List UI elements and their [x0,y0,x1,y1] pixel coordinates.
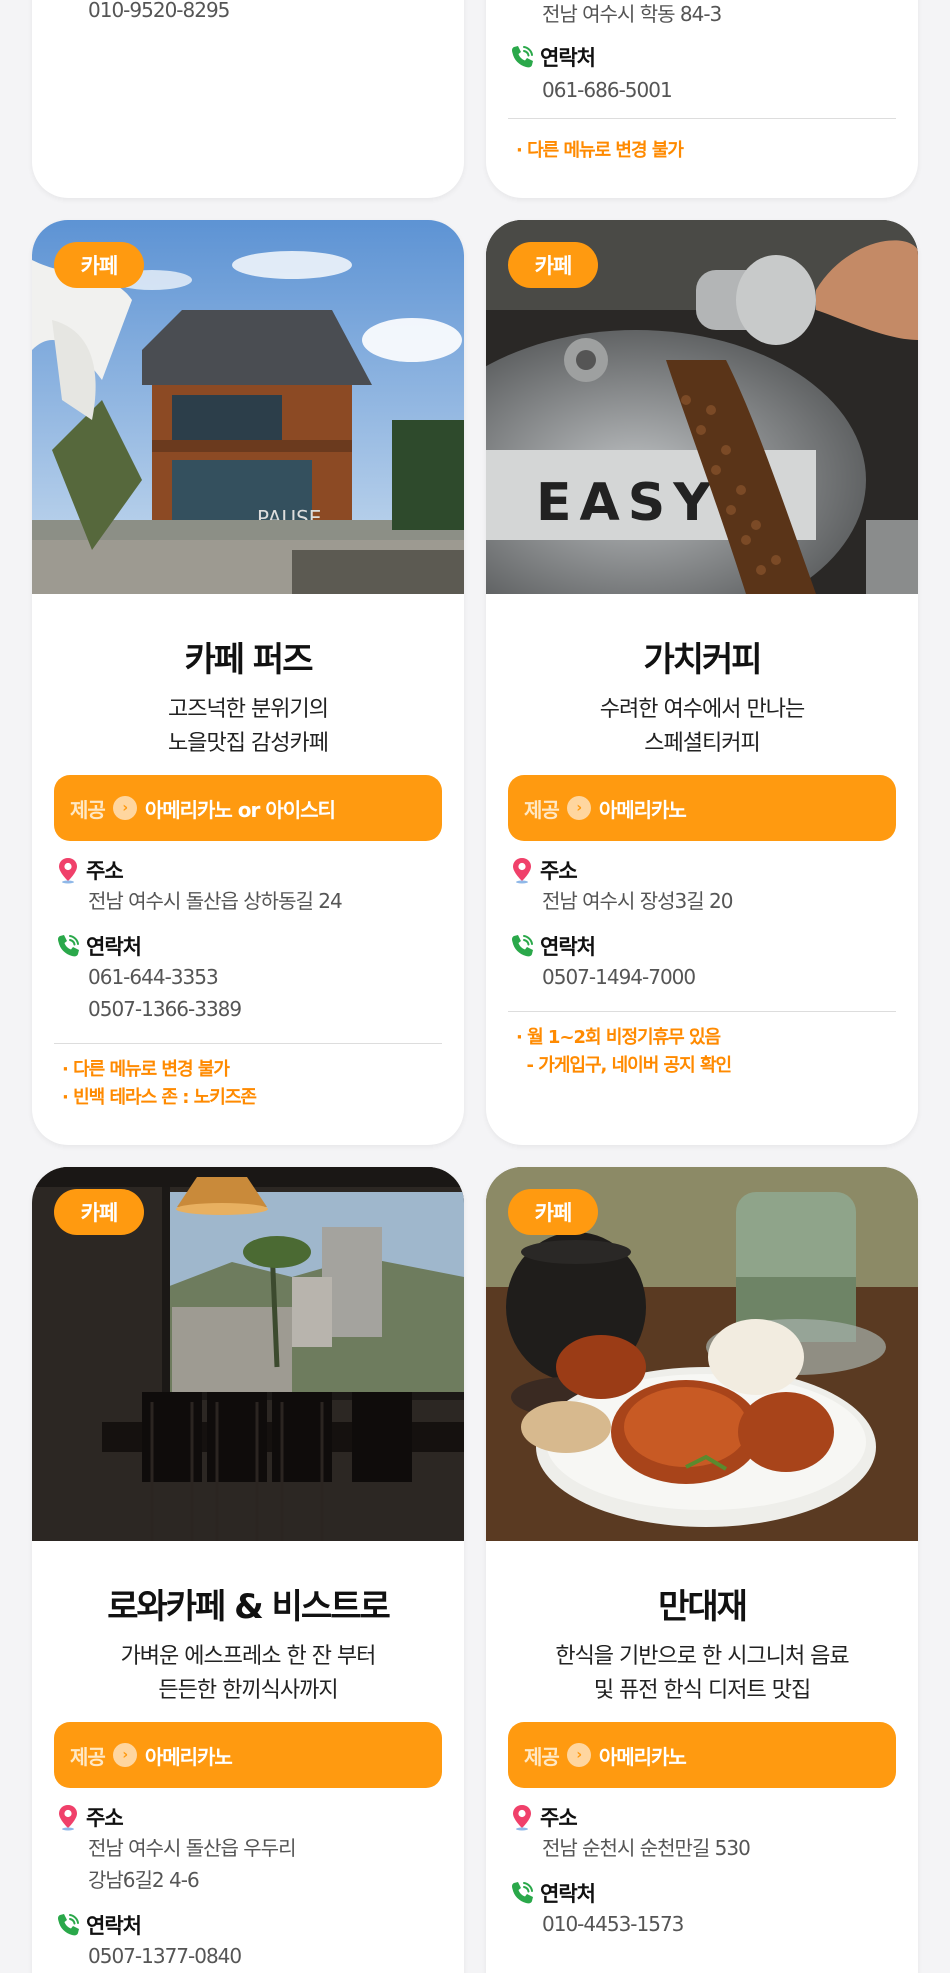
cafe-description: 고즈넉한 분위기의 노을맛집 감성카페 [54,693,442,761]
contact-label: 연락처 [86,1914,142,1938]
phone-number: 010-9520-8295 [88,0,230,22]
location-pin-icon [54,856,82,884]
phone-icon [508,43,536,71]
provide-banner: 제공 › 아메리카노 [508,1722,896,1788]
contact-heading: 연락처 [508,1878,896,1908]
description-line: 가벼운 에스프레소 한 잔 부터 [120,1644,377,1669]
provide-item: 아메리카노 [144,1744,233,1769]
card-partial-right: 전남 여수시 학동 84-3 연락처 061-686-5001 · 다른 메뉴로… [486,0,918,198]
provide-banner: 제공 › 아메리카노 [54,1722,442,1788]
cafe-name: 가치커피 [643,640,762,680]
cafe-name: 만대재 [658,1587,748,1627]
cafe-photo: 카페 [486,1167,918,1541]
provide-label: 제공 [524,1744,560,1769]
description-line: 및 퓨전 한식 디저트 맛집 [593,1678,811,1703]
provide-item: 아메리카노 or 아이스티 [144,797,336,822]
address-label: 주소 [86,1806,124,1830]
contact-label: 연락처 [540,46,596,70]
phone-number: 061-686-5001 [542,78,673,102]
contact-heading: 연락처 [508,42,596,72]
address-text: 전남 여수시 돌산읍 우두리 [88,1836,296,1860]
description-line: 노을맛집 감성카페 [168,731,329,756]
divider [508,1011,896,1012]
address-label: 주소 [540,1806,578,1830]
address-text: 강남6길2 4-6 [88,1868,200,1892]
category-badge: 카페 [54,242,144,288]
chevron-right-icon: › [112,1743,137,1767]
note-text: · 다른 메뉴로 변경 불가 [62,1059,230,1080]
description-line: 스페셜티커피 [644,731,760,756]
category-badge: 카페 [508,242,598,288]
note-text: · 다른 메뉴로 변경 불가 [516,140,684,161]
contact-heading: 연락처 [54,1910,442,1940]
address-label: 주소 [540,859,578,883]
divider [54,1043,442,1044]
note-text: - 가게입구, 네이버 공지 확인 [516,1055,733,1076]
address-label: 주소 [86,859,124,883]
provide-banner: 제공 › 아메리카노 or 아이스티 [54,775,442,841]
provide-item: 아메리카노 [598,1744,687,1769]
category-badge: 카페 [508,1189,598,1235]
address-text: 전남 순천시 순천만길 530 [542,1836,751,1860]
cafe-description: 가벼운 에스프레소 한 잔 부터 든든한 한끼식사까지 [54,1640,442,1708]
divider [508,118,896,119]
address-text: 전남 여수시 학동 84-3 [542,2,722,26]
cafe-card-pause[interactable]: PAUSE 카페 카페 퍼즈 고즈넉한 분위기의 노을맛집 감성카페 제공 › … [32,220,464,1145]
address-heading: 주소 [54,855,442,885]
provide-banner: 제공 › 아메리카노 [508,775,896,841]
address-text: 전남 여수시 장성3길 20 [542,889,733,913]
location-pin-icon [54,1803,82,1831]
description-line: 수려한 여수에서 만나는 [599,697,805,722]
location-pin-icon [508,1803,536,1831]
contact-heading: 연락처 [508,931,896,961]
provide-label: 제공 [70,1744,106,1769]
contact-label: 연락처 [86,935,142,959]
location-pin-icon [508,856,536,884]
description-line: 고즈넉한 분위기의 [168,697,329,722]
address-text: 전남 여수시 돌산읍 상하동길 24 [88,889,343,913]
cafe-card-mandaejae[interactable]: 카페 만대재 한식을 기반으로 한 시그니처 음료 및 퓨전 한식 디저트 맛집… [486,1167,918,1973]
category-badge: 카페 [54,1189,144,1235]
phone-icon [54,1911,82,1939]
phone-icon [508,1879,536,1907]
description-line: 한식을 기반으로 한 시그니처 음료 [555,1644,849,1669]
phone-number[interactable]: 0507-1494-7000 [508,961,896,993]
cafe-card-rowa[interactable]: 카페 로와카페 & 비스트로 가벼운 에스프레소 한 잔 부터 든든한 한끼식사… [32,1167,464,1973]
phone-icon [54,932,82,960]
cafe-card-gachi[interactable]: EASYS 카페 가치커피 수려한 여수에서 만나는 스페셜티커피 제공 › 아… [486,220,918,1145]
phone-number[interactable]: 0507-1377-0840 [54,1940,442,1972]
cafe-photo: 카페 [32,1167,464,1541]
chevron-right-icon: › [112,796,137,820]
address-heading: 주소 [508,1802,896,1832]
phone-number[interactable]: 010-4453-1573 [508,1908,896,1940]
provide-label: 제공 [70,797,106,822]
card-partial-left: 010-9520-8295 [32,0,464,198]
cafe-description: 수려한 여수에서 만나는 스페셜티커피 [508,693,896,761]
phone-number[interactable]: 0507-1366-3389 [54,993,442,1025]
phone-icon [508,932,536,960]
cafe-description: 한식을 기반으로 한 시그니처 음료 및 퓨전 한식 디저트 맛집 [508,1640,896,1708]
cafe-name: 카페 퍼즈 [184,640,314,680]
address-heading: 주소 [508,855,896,885]
provide-label: 제공 [524,797,560,822]
contact-label: 연락처 [540,1882,596,1906]
cafe-name: 로와카페 & 비스트로 [107,1587,391,1627]
provide-item: 아메리카노 [598,797,687,822]
note-text: · 빈백 테라스 존 : 노키즈존 [62,1087,257,1108]
contact-heading: 연락처 [54,931,442,961]
description-line: 든든한 한끼식사까지 [158,1678,338,1703]
note-text: · 월 1~2회 비정기휴무 있음 [516,1027,721,1048]
chevron-right-icon: › [566,1743,591,1767]
chevron-right-icon: › [566,796,591,820]
phone-number[interactable]: 061-644-3353 [54,961,442,993]
contact-label: 연락처 [540,935,596,959]
cafe-photo: EASYS 카페 [486,220,918,594]
cafe-photo: PAUSE 카페 [32,220,464,594]
address-heading: 주소 [54,1802,442,1832]
